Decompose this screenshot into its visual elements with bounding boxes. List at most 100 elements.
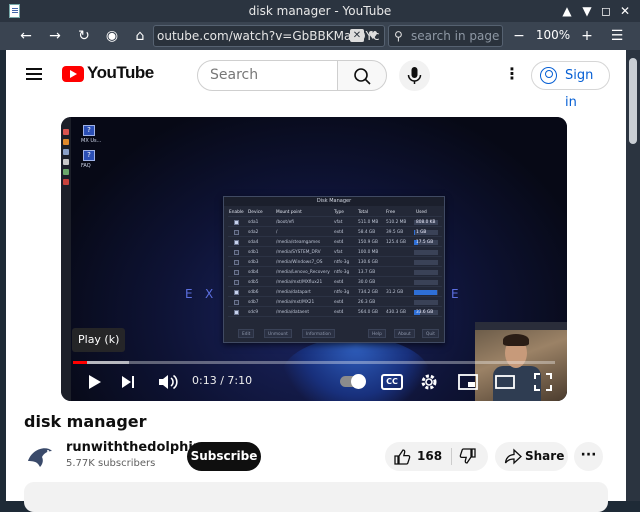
youtube-logo-icon[interactable]	[62, 66, 84, 82]
disk-device: sdb3	[248, 260, 259, 265]
enable-checkbox	[234, 220, 239, 225]
enable-checkbox	[234, 290, 239, 295]
taskbar-app-icon	[63, 179, 69, 185]
disk-device: sdb6	[248, 290, 259, 295]
disk-total: 13.7 GB	[358, 270, 376, 275]
zoom-out-icon[interactable]: −	[508, 25, 530, 47]
used-bar	[414, 250, 438, 255]
disk-mount: /media/Lenovo_Recovery	[276, 270, 330, 275]
voice-search-button[interactable]	[399, 60, 430, 91]
reload-icon[interactable]: ↻	[73, 25, 95, 47]
disk-device: sdc9	[248, 310, 259, 315]
search-input[interactable]: Search	[197, 60, 338, 91]
like-count[interactable]: 168	[417, 449, 442, 463]
window-maximize-icon[interactable]: ◻	[597, 2, 615, 20]
url-bar[interactable]: outube.com/watch?v=GbBBKMa-QYc ✕ ♥	[153, 25, 385, 47]
enable-checkbox	[234, 260, 239, 265]
disk-free: 31.2 GB	[386, 290, 404, 295]
disk-manager-title: Disk Manager	[224, 197, 444, 206]
sign-in-button[interactable]: Sign in	[531, 61, 610, 110]
disk-row: sdb1/media/SYSTEM_DRV vfat 100.0 MB	[228, 248, 442, 257]
volume-button[interactable]	[156, 371, 180, 393]
disk-used: 1 GB	[416, 230, 427, 235]
disk-device: sdb4	[248, 270, 259, 275]
video-title: disk manager	[24, 412, 147, 431]
disk-type: ext4	[334, 280, 344, 285]
disk-type: ext4	[334, 230, 344, 235]
page-scrollbar[interactable]	[626, 50, 640, 501]
fullscreen-icon	[534, 373, 552, 391]
like-separator	[451, 448, 452, 465]
play-button[interactable]	[83, 371, 105, 393]
used-bar-fill	[414, 290, 437, 295]
disk-total: 150.9 GB	[358, 240, 378, 245]
thumbs-down-icon[interactable]	[459, 448, 477, 465]
disk-row: sdb4/media/Lenovo_Recovery ntfs-3g 13.7 GB	[228, 268, 442, 277]
disk-row: sdc9/media/dataent ext4 564.0 GB 430.3 GB 33…	[228, 308, 442, 317]
disk-total: 58.4 GB	[358, 230, 376, 235]
search-button[interactable]	[337, 60, 387, 91]
like-dislike-group: 168	[385, 442, 488, 471]
enable-checkbox	[234, 310, 239, 315]
disk-mount: /media/mxt/MXflux21	[276, 280, 323, 285]
enable-checkbox	[234, 250, 239, 255]
window-up-icon[interactable]: ▲	[558, 2, 576, 20]
fullscreen-button[interactable]	[532, 371, 554, 393]
window-title: disk manager - YouTube	[248, 4, 392, 18]
hamburger-icon[interactable]	[26, 68, 42, 70]
stop-icon[interactable]: ◉	[101, 25, 123, 47]
scrollbar-thumb[interactable]	[629, 58, 637, 144]
share-label: Share	[525, 449, 565, 463]
disk-mount: /	[276, 230, 278, 235]
captions-button[interactable]: CC	[381, 374, 403, 390]
miniplayer-button[interactable]	[457, 371, 479, 393]
played-bar	[73, 361, 88, 364]
window-titlebar: disk manager - YouTube ▲ ▼ ◻ ✕	[0, 0, 640, 22]
background-letter: X	[205, 287, 218, 301]
disk-type: ext4	[334, 310, 344, 315]
subscribe-button[interactable]: Subscribe	[187, 442, 261, 471]
window-close-icon[interactable]: ✕	[616, 2, 634, 20]
information-button: Information	[302, 329, 335, 338]
disk-mount: /boot/efi	[276, 220, 294, 225]
enable-checkbox	[234, 300, 239, 305]
zoom-in-icon[interactable]: +	[576, 25, 598, 47]
share-button[interactable]: Share	[495, 442, 568, 471]
description-box[interactable]	[24, 482, 608, 512]
clear-url-icon[interactable]: ✕	[350, 29, 364, 42]
disk-type: ntfs-3g	[334, 270, 350, 275]
channel-name[interactable]: runwiththedolphin	[66, 440, 202, 455]
find-in-page-input[interactable]: ⚲ search in page	[388, 25, 503, 47]
youtube-page: YouTube Search ⋮ Sign in ? MX Us... ? FA…	[6, 50, 626, 512]
channel-avatar[interactable]	[24, 439, 56, 471]
theater-mode-button[interactable]	[494, 371, 516, 393]
disk-row: sdb5/media/mxt/MXflux21 ext4 30.0 GB	[228, 278, 442, 287]
window-minimize-icon[interactable]: ▼	[578, 2, 596, 20]
menu-icon[interactable]: ☰	[606, 25, 628, 47]
disk-total: 30.0 GB	[358, 280, 376, 285]
video-player[interactable]: ? MX Us... ? FAQ E X E Disk Manager Enab…	[61, 117, 567, 401]
theater-icon	[495, 375, 515, 389]
disk-mount: /media/mxt/MX21	[276, 300, 315, 305]
back-icon[interactable]: ←	[15, 25, 37, 47]
thumbs-up-icon[interactable]	[393, 448, 411, 465]
more-options-icon[interactable]: ⋮	[504, 65, 520, 85]
time-display: 0:13 / 7:10	[192, 374, 253, 387]
disk-mount: /media/Windows7_OS	[276, 260, 323, 265]
more-actions-button[interactable]: ···	[574, 442, 603, 471]
home-icon[interactable]: ⌂	[129, 25, 151, 47]
taskbar-app-icon	[63, 139, 69, 145]
disk-free: 39.5 GB	[386, 230, 404, 235]
share-icon	[504, 448, 522, 465]
url-text: outube.com/watch?v=GbBBKMa-QYc	[157, 29, 380, 43]
next-button[interactable]	[119, 371, 139, 393]
settings-button[interactable]	[418, 371, 440, 393]
progress-bar[interactable]	[73, 361, 555, 364]
youtube-logo-text[interactable]: YouTube	[87, 63, 154, 83]
disk-row: sdb3/media/Windows7_OS ntfs-3g 130.6 GB	[228, 258, 442, 267]
forward-icon[interactable]: →	[44, 25, 66, 47]
disk-device: sdb7	[248, 300, 259, 305]
shield-icon[interactable]: ♥	[368, 29, 380, 42]
edit-button: Edit	[238, 329, 255, 338]
autoplay-toggle[interactable]	[340, 374, 366, 389]
